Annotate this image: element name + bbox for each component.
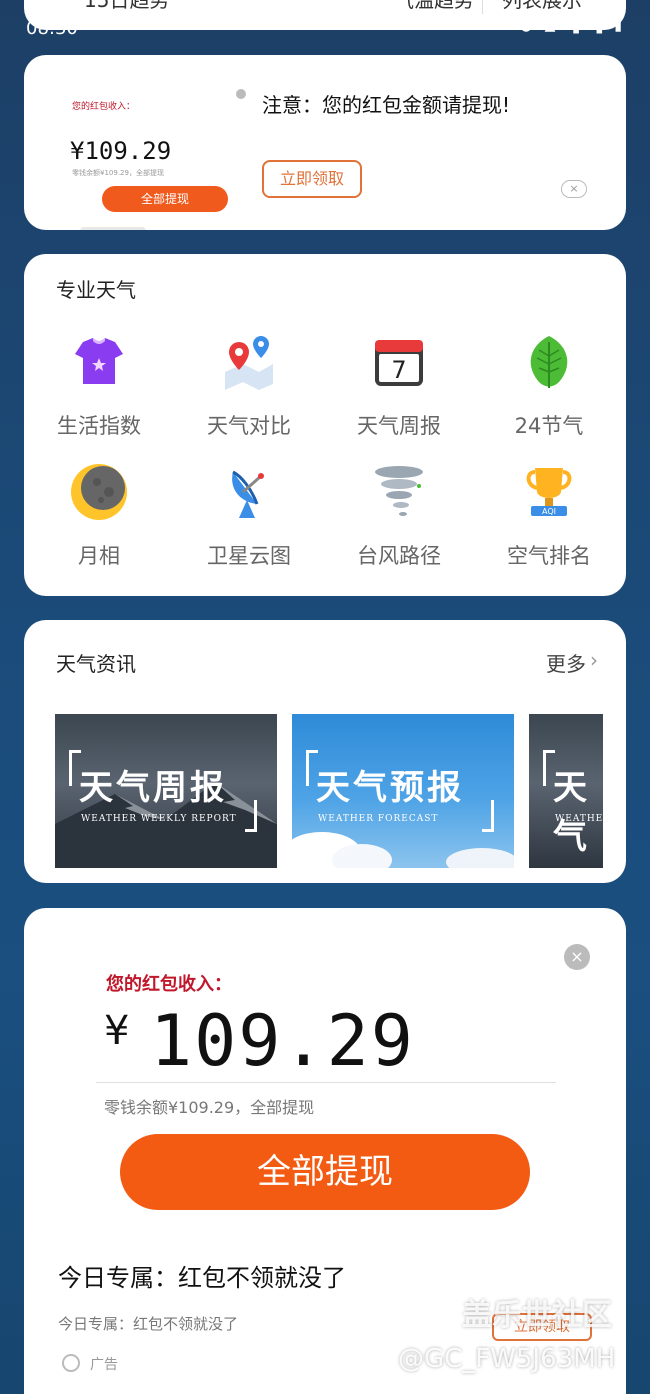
ad-logo-icon [62,1354,80,1372]
ad-close-button[interactable]: × [564,944,590,970]
trophy-icon: AQI [526,468,572,516]
thumb-amount: ¥109.29 [70,137,172,165]
news-card-partial[interactable]: 天气 WEATHE [529,714,603,868]
bracket-decor [482,800,494,832]
grid-item-satellite[interactable]: 卫星云图 [174,462,324,582]
trend-label: 15日趋势 [84,0,170,12]
weather-news-card: 天气资讯 更多 › 天气周报 WEATHER WEEKLY REPORT 天气预… [24,620,626,883]
divider [96,1082,556,1083]
news-card-subtitle: WEATHE [555,814,603,824]
chevron-right-icon[interactable]: › [590,648,598,672]
leaf-icon [530,336,568,388]
ad-description: 今日专属：红包不领就没了 [58,1315,239,1333]
watermark-community: 盖乐世社区 [462,1298,612,1333]
redpacket-label: 您的红包收入： [106,974,232,995]
news-card-subtitle: WEATHER WEEKLY REPORT [81,814,237,824]
grid-item-label: 月相 [78,544,120,568]
trend-card: 15日趋势 气温趋势 列表展示 ⌄ [24,0,626,30]
map-pin-icon [225,336,273,390]
thumb-close-icon [236,89,246,99]
section-title: 专业天气 [56,278,136,302]
aqi-badge: AQI [542,507,556,516]
grid-item-label: 天气周报 [357,414,441,438]
ad-tag: 广告 [62,1354,118,1374]
grid-item-label: 生活指数 [57,414,141,438]
news-card-title: 天气 [553,768,590,857]
grid-item-label: 台风路径 [357,544,441,568]
claim-now-button[interactable]: 立即领取 [262,160,362,198]
tshirt-icon [75,338,123,384]
calendar-icon: 7 [375,340,423,386]
grid-item-label: 卫星云图 [207,544,291,568]
thumb-withdraw-button: 全部提现 [102,186,228,212]
section-title: 天气资讯 [56,652,136,676]
ad-close-button[interactable]: × [561,180,587,198]
grid-item-moon-phase[interactable]: 月相 [24,462,174,582]
grid-item-label: 24节气 [514,414,584,438]
calendar-day-number: 7 [391,356,406,384]
news-card-weekly[interactable]: 天气周报 WEATHER WEEKLY REPORT [55,714,277,868]
thumb-sub: 零钱余额¥109.29，全部提现 [72,169,164,177]
tornado-icon [375,466,423,516]
news-card-title: 天气预报 [316,768,464,808]
ad-headline: 今日专属：红包不领就没了 [58,1264,346,1292]
grid-item-air-ranking[interactable]: AQI 空气排名 [474,462,624,582]
news-card-subtitle: WEATHER FORECAST [318,814,439,824]
watermark-user: @GC_FW5J63MH [398,1344,616,1374]
temperature-trend-tab[interactable]: 气温趋势 [394,0,474,13]
ad-card-redpacket[interactable]: 您的红包收入： ¥109.29 零钱余额¥109.29，全部提现 全部提现 广告… [24,55,626,230]
grid-item-weekly-report[interactable]: 7 天气周报 [324,332,474,452]
grid-item-label: 天气对比 [207,414,291,438]
currency-symbol: ¥ [104,1008,130,1054]
balance-text: 零钱余额¥109.29，全部提现 [104,1098,315,1117]
ad-tag: 广告 [80,227,146,230]
pro-weather-card: 专业天气 生活指数 天气对比 7 天气周报 24节气 月相 卫星云图 台风路径 … [24,254,626,596]
moon-icon [71,464,127,520]
grid-item-typhoon[interactable]: 台风路径 [324,462,474,582]
grid-item-weather-compare[interactable]: 天气对比 [174,332,324,452]
chevron-down-icon[interactable]: ⌄ [612,0,625,3]
divider [482,0,483,14]
list-view-tab[interactable]: 列表展示 [502,0,582,13]
bracket-decor [245,800,257,832]
grid-item-label: 空气排名 [507,544,591,568]
news-card-title: 天气周报 [79,768,227,808]
more-link[interactable]: 更多 [546,648,586,677]
ad-tag-label: 广告 [90,1357,118,1373]
grid-item-life-index[interactable]: 生活指数 [24,332,174,452]
ad-thumbnail[interactable]: 您的红包收入： ¥109.29 零钱余额¥109.29，全部提现 全部提现 [48,81,248,230]
news-card-forecast[interactable]: 天气预报 WEATHER FORECAST [292,714,514,868]
withdraw-all-button[interactable]: 全部提现 [120,1134,530,1210]
ad-title: 注意：您的红包金额请提现! [262,93,511,117]
redpacket-amount: 109.29 [150,1000,415,1082]
satellite-icon [232,470,264,518]
grid-item-solar-terms[interactable]: 24节气 [474,332,624,452]
thumb-label: 您的红包收入： [72,102,136,112]
